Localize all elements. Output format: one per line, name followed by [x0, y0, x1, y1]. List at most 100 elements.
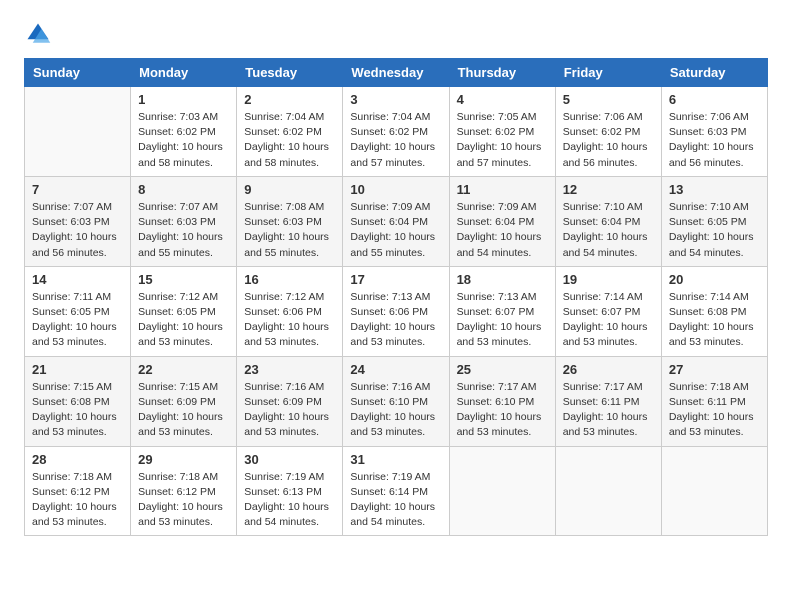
day-info: Sunrise: 7:03 AMSunset: 6:02 PMDaylight:…: [138, 110, 229, 171]
day-number: 25: [457, 362, 548, 377]
calendar-header-tuesday: Tuesday: [237, 59, 343, 87]
day-number: 3: [350, 92, 441, 107]
day-number: 6: [669, 92, 760, 107]
day-info: Sunrise: 7:08 AMSunset: 6:03 PMDaylight:…: [244, 200, 335, 261]
calendar-table: SundayMondayTuesdayWednesdayThursdayFrid…: [24, 58, 768, 536]
day-info: Sunrise: 7:07 AMSunset: 6:03 PMDaylight:…: [32, 200, 123, 261]
calendar-cell: 21 Sunrise: 7:15 AMSunset: 6:08 PMDayligh…: [25, 356, 131, 446]
day-number: 17: [350, 272, 441, 287]
calendar-week-row: 7 Sunrise: 7:07 AMSunset: 6:03 PMDaylight…: [25, 176, 768, 266]
calendar-cell: 8 Sunrise: 7:07 AMSunset: 6:03 PMDaylight…: [131, 176, 237, 266]
calendar-cell: 30Sunrise: 7:19 AMSunset: 6:13 PMDayligh…: [237, 446, 343, 536]
day-info: Sunrise: 7:14 AMSunset: 6:08 PMDaylight:…: [669, 290, 760, 351]
calendar-cell: 27 Sunrise: 7:18 AMSunset: 6:11 PMDayligh…: [661, 356, 767, 446]
day-number: 8: [138, 182, 229, 197]
day-number: 28: [32, 452, 123, 467]
calendar-cell: 16 Sunrise: 7:12 AMSunset: 6:06 PMDayligh…: [237, 266, 343, 356]
calendar-cell: 4Sunrise: 7:05 AMSunset: 6:02 PMDaylight…: [449, 87, 555, 177]
calendar-header-wednesday: Wednesday: [343, 59, 449, 87]
calendar-header-thursday: Thursday: [449, 59, 555, 87]
calendar-cell: 22Sunrise: 7:15 AMSunset: 6:09 PMDayligh…: [131, 356, 237, 446]
day-info: Sunrise: 7:12 AMSunset: 6:06 PMDaylight:…: [244, 290, 335, 351]
calendar-cell: 18 Sunrise: 7:13 AMSunset: 6:07 PMDayligh…: [449, 266, 555, 356]
day-number: 5: [563, 92, 654, 107]
calendar-cell: 17 Sunrise: 7:13 AMSunset: 6:06 PMDayligh…: [343, 266, 449, 356]
calendar-header-sunday: Sunday: [25, 59, 131, 87]
calendar-cell: 23 Sunrise: 7:16 AMSunset: 6:09 PMDayligh…: [237, 356, 343, 446]
day-info: Sunrise: 7:14 AMSunset: 6:07 PMDaylight:…: [563, 290, 654, 351]
calendar-cell: 12 Sunrise: 7:10 AMSunset: 6:04 PMDayligh…: [555, 176, 661, 266]
calendar-cell: 25Sunrise: 7:17 AMSunset: 6:10 PMDayligh…: [449, 356, 555, 446]
day-number: 26: [563, 362, 654, 377]
calendar-cell: 14 Sunrise: 7:11 AMSunset: 6:05 PMDayligh…: [25, 266, 131, 356]
day-info: Sunrise: 7:11 AMSunset: 6:05 PMDaylight:…: [32, 290, 123, 351]
day-info: Sunrise: 7:16 AMSunset: 6:10 PMDaylight:…: [350, 380, 441, 441]
day-number: 27: [669, 362, 760, 377]
day-number: 7: [32, 182, 123, 197]
day-number: 16: [244, 272, 335, 287]
day-number: 19: [563, 272, 654, 287]
day-number: 12: [563, 182, 654, 197]
day-info: Sunrise: 7:19 AMSunset: 6:14 PMDaylight:…: [350, 470, 441, 531]
calendar-cell: 31 Sunrise: 7:19 AMSunset: 6:14 PMDayligh…: [343, 446, 449, 536]
day-info: Sunrise: 7:12 AMSunset: 6:05 PMDaylight:…: [138, 290, 229, 351]
calendar-cell: [25, 87, 131, 177]
calendar-cell: 28 Sunrise: 7:18 AMSunset: 6:12 PMDayligh…: [25, 446, 131, 536]
day-info: Sunrise: 7:15 AMSunset: 6:08 PMDaylight:…: [32, 380, 123, 441]
calendar-cell: 24 Sunrise: 7:16 AMSunset: 6:10 PMDayligh…: [343, 356, 449, 446]
day-info: Sunrise: 7:18 AMSunset: 6:12 PMDaylight:…: [138, 470, 229, 531]
day-number: 29: [138, 452, 229, 467]
calendar-week-row: 21 Sunrise: 7:15 AMSunset: 6:08 PMDayligh…: [25, 356, 768, 446]
day-number: 4: [457, 92, 548, 107]
day-number: 31: [350, 452, 441, 467]
calendar-cell: 15Sunrise: 7:12 AMSunset: 6:05 PMDayligh…: [131, 266, 237, 356]
calendar-week-row: 14 Sunrise: 7:11 AMSunset: 6:05 PMDayligh…: [25, 266, 768, 356]
calendar-cell: [555, 446, 661, 536]
day-info: Sunrise: 7:13 AMSunset: 6:06 PMDaylight:…: [350, 290, 441, 351]
day-number: 21: [32, 362, 123, 377]
page-header: [24, 20, 768, 48]
day-info: Sunrise: 7:09 AMSunset: 6:04 PMDaylight:…: [457, 200, 548, 261]
day-number: 24: [350, 362, 441, 377]
day-info: Sunrise: 7:06 AMSunset: 6:03 PMDaylight:…: [669, 110, 760, 171]
calendar-header-friday: Friday: [555, 59, 661, 87]
calendar-cell: [661, 446, 767, 536]
day-info: Sunrise: 7:17 AMSunset: 6:11 PMDaylight:…: [563, 380, 654, 441]
day-number: 14: [32, 272, 123, 287]
calendar-cell: 29 Sunrise: 7:18 AMSunset: 6:12 PMDayligh…: [131, 446, 237, 536]
day-number: 13: [669, 182, 760, 197]
day-number: 20: [669, 272, 760, 287]
calendar-cell: 19 Sunrise: 7:14 AMSunset: 6:07 PMDayligh…: [555, 266, 661, 356]
calendar-cell: 20 Sunrise: 7:14 AMSunset: 6:08 PMDayligh…: [661, 266, 767, 356]
day-info: Sunrise: 7:13 AMSunset: 6:07 PMDaylight:…: [457, 290, 548, 351]
day-number: 23: [244, 362, 335, 377]
calendar-cell: [449, 446, 555, 536]
day-number: 2: [244, 92, 335, 107]
day-number: 18: [457, 272, 548, 287]
calendar-cell: 2 Sunrise: 7:04 AMSunset: 6:02 PMDaylight…: [237, 87, 343, 177]
day-info: Sunrise: 7:16 AMSunset: 6:09 PMDaylight:…: [244, 380, 335, 441]
calendar-cell: 5 Sunrise: 7:06 AMSunset: 6:02 PMDaylight…: [555, 87, 661, 177]
day-info: Sunrise: 7:07 AMSunset: 6:03 PMDaylight:…: [138, 200, 229, 261]
calendar-cell: 13 Sunrise: 7:10 AMSunset: 6:05 PMDayligh…: [661, 176, 767, 266]
calendar-header-monday: Monday: [131, 59, 237, 87]
day-info: Sunrise: 7:10 AMSunset: 6:04 PMDaylight:…: [563, 200, 654, 261]
logo-icon: [24, 20, 52, 48]
day-info: Sunrise: 7:09 AMSunset: 6:04 PMDaylight:…: [350, 200, 441, 261]
day-info: Sunrise: 7:18 AMSunset: 6:11 PMDaylight:…: [669, 380, 760, 441]
day-number: 11: [457, 182, 548, 197]
day-info: Sunrise: 7:04 AMSunset: 6:02 PMDaylight:…: [244, 110, 335, 171]
calendar-cell: 26 Sunrise: 7:17 AMSunset: 6:11 PMDayligh…: [555, 356, 661, 446]
calendar-cell: 10 Sunrise: 7:09 AMSunset: 6:04 PMDayligh…: [343, 176, 449, 266]
calendar-cell: 7 Sunrise: 7:07 AMSunset: 6:03 PMDaylight…: [25, 176, 131, 266]
day-info: Sunrise: 7:04 AMSunset: 6:02 PMDaylight:…: [350, 110, 441, 171]
day-number: 9: [244, 182, 335, 197]
calendar-cell: 9 Sunrise: 7:08 AMSunset: 6:03 PMDaylight…: [237, 176, 343, 266]
day-info: Sunrise: 7:10 AMSunset: 6:05 PMDaylight:…: [669, 200, 760, 261]
day-number: 10: [350, 182, 441, 197]
calendar-week-row: 1Sunrise: 7:03 AMSunset: 6:02 PMDaylight…: [25, 87, 768, 177]
calendar-cell: 6 Sunrise: 7:06 AMSunset: 6:03 PMDaylight…: [661, 87, 767, 177]
day-info: Sunrise: 7:18 AMSunset: 6:12 PMDaylight:…: [32, 470, 123, 531]
day-info: Sunrise: 7:06 AMSunset: 6:02 PMDaylight:…: [563, 110, 654, 171]
day-number: 22: [138, 362, 229, 377]
